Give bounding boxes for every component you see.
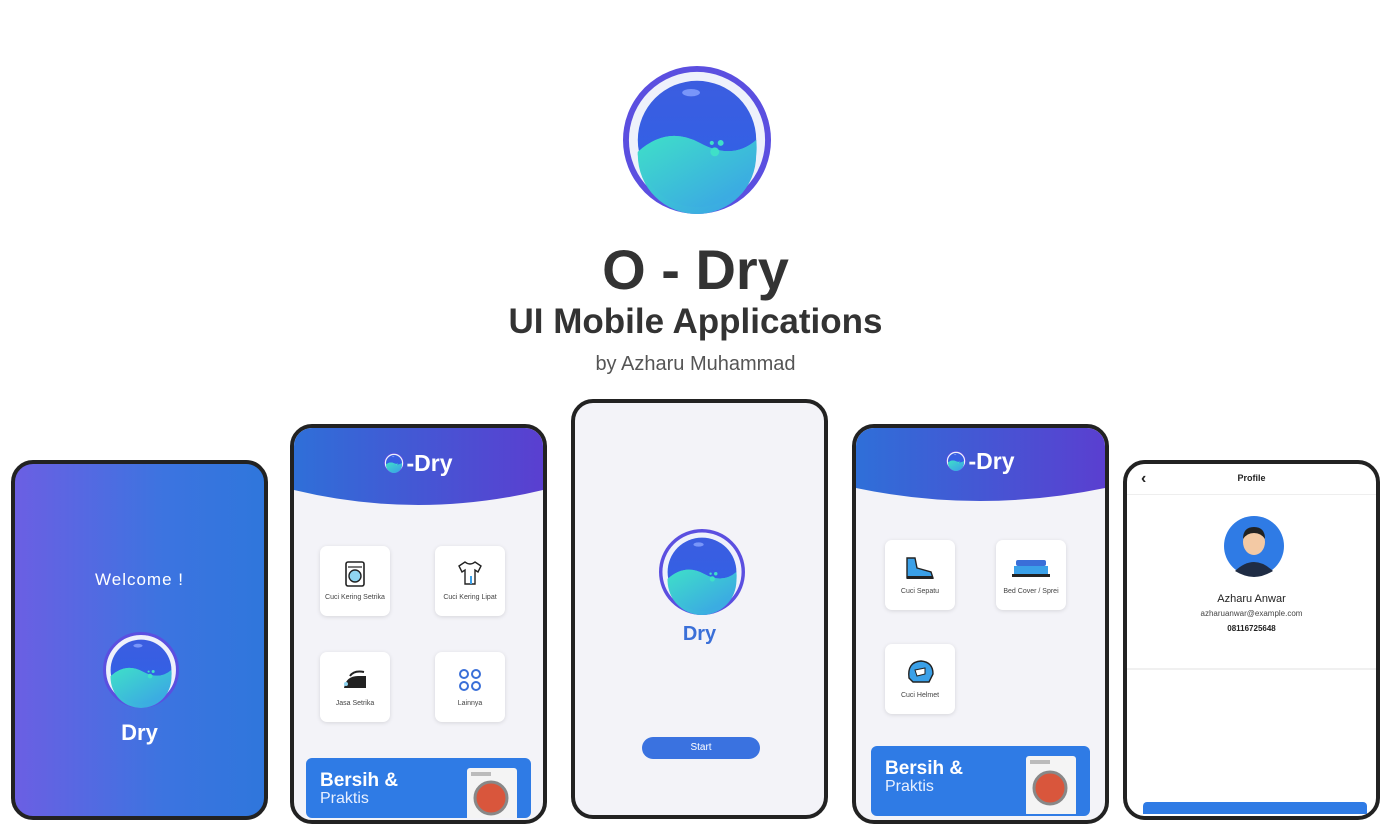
logo-icon bbox=[946, 451, 966, 471]
brand-label: -Dry bbox=[968, 448, 1015, 474]
tile-cuci-sepatu[interactable]: Cuci Sepatu bbox=[885, 540, 955, 610]
promo-line1: Bersih & bbox=[320, 770, 399, 791]
start-button[interactable]: Start bbox=[642, 737, 760, 759]
app-author: by Azharu Muhammad bbox=[595, 353, 796, 375]
tile-label: Jasa Setrika bbox=[335, 700, 375, 707]
logo-icon bbox=[103, 632, 179, 708]
shoe-icon bbox=[906, 557, 934, 579]
header-brand: -Dry bbox=[856, 448, 1105, 475]
avatar bbox=[1224, 516, 1284, 577]
tile-label: Lainnya bbox=[457, 700, 483, 707]
welcome-screen: Welcome ! Dry bbox=[11, 460, 268, 820]
more-grid-icon bbox=[459, 669, 481, 691]
profile-phone: 08116725648 bbox=[1227, 624, 1276, 633]
helmet-icon bbox=[908, 660, 934, 683]
tile-label: Cuci Kering Lipat bbox=[443, 594, 497, 601]
header-brand: -Dry bbox=[294, 450, 543, 477]
services-screen: -Dry Cuci Sepatu Bed Cover / Sprei Cuci … bbox=[852, 424, 1109, 824]
tile-bed-cover[interactable]: Bed Cover / Sprei bbox=[996, 540, 1066, 610]
tile-label: Bed Cover / Sprei bbox=[1003, 588, 1059, 595]
iron-icon bbox=[344, 670, 366, 688]
welcome-greeting: Welcome ! bbox=[95, 570, 184, 589]
app-subtitle: UI Mobile Applications bbox=[508, 302, 883, 341]
washing-machine-icon bbox=[345, 561, 365, 587]
tile-jasa-setrika[interactable]: Jasa Setrika bbox=[320, 652, 390, 722]
promo-line2: Praktis bbox=[885, 778, 934, 795]
app-logo bbox=[623, 66, 771, 214]
top-bar: ‹ Profile bbox=[1127, 464, 1376, 495]
profile-email: azharuanwar@example.com bbox=[1200, 609, 1303, 618]
shirt-icon bbox=[458, 561, 482, 585]
profile-name: Azharu Anwar bbox=[1217, 593, 1286, 605]
promo-banner[interactable]: Bersih & Praktis bbox=[306, 758, 531, 818]
welcome-brand: Dry bbox=[121, 720, 158, 745]
home-screen: -Dry Cuci Kering Setrika Cuci Kering Lip… bbox=[290, 424, 547, 824]
divider bbox=[1127, 668, 1376, 670]
washing-machine-icon bbox=[1026, 756, 1076, 814]
tile-lainnya[interactable]: Lainnya bbox=[435, 652, 505, 722]
start-brand: Dry bbox=[682, 623, 717, 645]
bed-icon bbox=[1012, 560, 1050, 577]
tile-cuci-kering-setrika[interactable]: Cuci Kering Setrika bbox=[320, 546, 390, 616]
tile-label: Cuci Helmet bbox=[900, 692, 940, 699]
brand-label: -Dry bbox=[406, 450, 453, 476]
washing-machine-icon bbox=[467, 768, 517, 818]
promo-line1: Bersih & bbox=[885, 758, 964, 779]
logo-icon bbox=[384, 453, 404, 473]
tile-cuci-helmet[interactable]: Cuci Helmet bbox=[885, 644, 955, 714]
tile-label: Cuci Sepatu bbox=[900, 588, 940, 595]
tile-label: Cuci Kering Setrika bbox=[325, 594, 385, 601]
app-title: O - Dry bbox=[602, 238, 789, 301]
promo-line2: Praktis bbox=[320, 790, 369, 807]
profile-screen: ‹ Profile Azharu Anwar azharuanwar@examp… bbox=[1123, 460, 1380, 820]
start-screen: Dry Start bbox=[571, 399, 828, 819]
bottom-banner[interactable] bbox=[1143, 802, 1367, 814]
page-title: Profile bbox=[1237, 473, 1266, 483]
logo-icon bbox=[659, 529, 745, 615]
tile-cuci-kering-lipat[interactable]: Cuci Kering Lipat bbox=[435, 546, 505, 616]
